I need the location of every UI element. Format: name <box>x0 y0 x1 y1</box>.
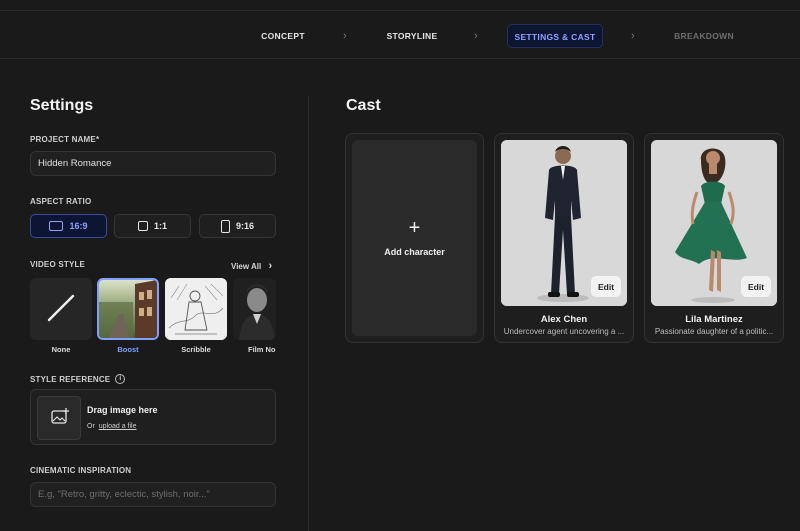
add-character-card[interactable]: + Add character <box>345 133 484 343</box>
add-character-panel: + Add character <box>352 140 477 336</box>
chevron-right-icon: › <box>343 30 347 42</box>
scribble-thumbnail <box>165 278 227 340</box>
image-upload-icon <box>37 396 81 440</box>
landscape-icon <box>49 221 64 231</box>
aspect-ratio-16-9-button[interactable]: 16:9 <box>30 214 107 238</box>
upload-or-text: Or <box>87 423 95 430</box>
film-noir-thumbnail <box>233 278 276 340</box>
style-card-boost[interactable] <box>97 278 159 340</box>
style-name: Film Noir <box>248 345 276 354</box>
character-card-alex-chen[interactable]: Edit Alex Chen Undercover agent uncoveri… <box>494 133 634 343</box>
character-card-lila-martinez[interactable]: Edit Lila Martinez Passionate daughter o… <box>644 133 784 343</box>
style-reference-dropzone[interactable]: Drag image here Or upload a file <box>30 389 276 445</box>
step-storyline[interactable]: STORYLINE <box>378 24 446 48</box>
upload-file-link[interactable]: upload a file <box>99 423 137 430</box>
style-reference-label: STYLE REFERENCE <box>30 374 111 384</box>
style-name: Boost <box>117 345 139 354</box>
edit-character-button[interactable]: Edit <box>741 276 771 297</box>
settings-title: Settings <box>30 97 94 114</box>
step-settings-cast[interactable]: SETTINGS & CAST <box>507 24 603 48</box>
character-name: Alex Chen <box>540 314 588 325</box>
upload-hint: Or upload a file <box>87 423 137 430</box>
stepper-bar: CONCEPT › STORYLINE › SETTINGS & CAST › … <box>0 10 800 59</box>
slash-icon <box>47 294 75 322</box>
cast-title: Cast <box>346 97 381 114</box>
chevron-right-icon: › <box>631 30 635 42</box>
panel-divider <box>308 96 309 531</box>
project-name-input[interactable]: Hidden Romance <box>30 151 276 176</box>
style-name: None <box>51 345 71 354</box>
style-name: Scribble <box>181 345 211 354</box>
edit-character-button[interactable]: Edit <box>591 276 621 297</box>
chevron-right-icon: › <box>268 260 273 272</box>
info-icon[interactable]: i <box>115 374 126 384</box>
plus-icon: + <box>408 217 421 239</box>
project-name-label: PROJECT NAME* <box>30 135 100 144</box>
portrait-icon <box>220 219 230 233</box>
aspect-ratio-1-1-button[interactable]: 1:1 <box>114 214 191 238</box>
aspect-ratio-option-label: 16:9 <box>69 221 88 231</box>
view-all-link[interactable]: View All › <box>231 260 272 272</box>
character-description: Undercover agent uncovering a ... <box>503 327 625 336</box>
add-character-label: Add character <box>384 247 445 257</box>
style-card-scribble[interactable] <box>165 278 227 340</box>
style-card-none[interactable] <box>30 278 92 340</box>
aspect-ratio-9-16-button[interactable]: 9:16 <box>199 214 276 238</box>
step-concept[interactable]: CONCEPT <box>250 24 316 48</box>
aspect-ratio-option-label: 1:1 <box>153 221 167 231</box>
character-name: Lila Martinez <box>685 314 743 325</box>
step-breakdown[interactable]: BREAKDOWN <box>668 24 740 48</box>
chevron-right-icon: › <box>474 30 478 42</box>
drag-image-title: Drag image here <box>87 405 158 415</box>
cinematic-inspiration-input[interactable]: E.g, "Retro, gritty, eclectic, stylish, … <box>30 482 276 507</box>
boost-thumbnail <box>99 280 157 338</box>
square-icon <box>137 221 148 231</box>
style-reference-label-row: STYLE REFERENCE i <box>30 374 126 384</box>
character-description: Passionate daughter of a politic... <box>654 327 774 336</box>
cinematic-inspiration-label: CINEMATIC INSPIRATION <box>30 466 132 475</box>
aspect-ratio-label: ASPECT RATIO <box>30 197 92 206</box>
style-card-film-noir[interactable] <box>233 278 276 340</box>
aspect-ratio-option-label: 9:16 <box>235 221 254 231</box>
view-all-label: View All <box>231 262 262 271</box>
video-style-label: VIDEO STYLE <box>30 260 86 269</box>
